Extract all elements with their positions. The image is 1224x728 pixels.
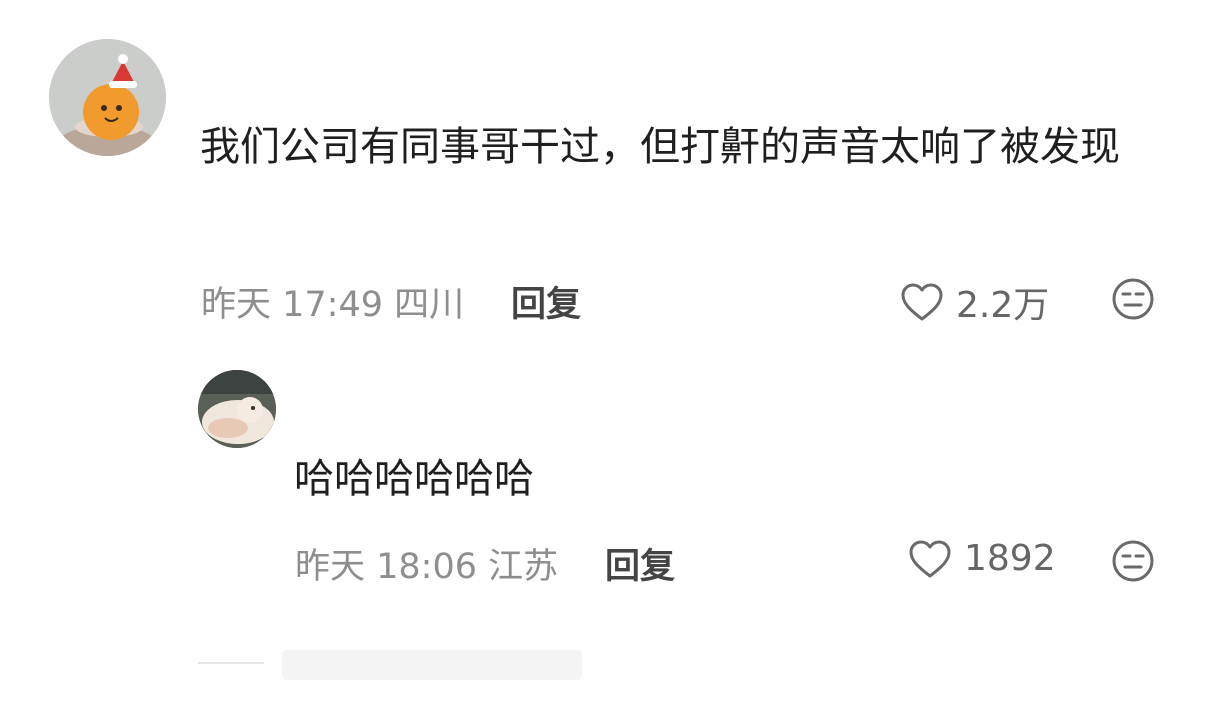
comment-meta: 昨天 17:49 四川 — [201, 285, 465, 325]
expand-replies-link[interactable] — [282, 642, 602, 695]
expand-replies-divider — [198, 662, 264, 664]
like-count: 2.2万 — [956, 285, 1050, 326]
reply-button[interactable]: 回复 — [511, 276, 581, 327]
dislike-icon[interactable] — [1111, 539, 1155, 583]
avatar-image — [49, 39, 166, 156]
comment-text: 我们公司有同事哥干过，但打鼾的声音太响了被发现 — [200, 124, 1120, 170]
like-button[interactable]: 1892 — [908, 538, 1056, 579]
heart-icon — [908, 539, 952, 579]
like-count: 1892 — [964, 538, 1056, 579]
dislike-icon[interactable] — [1111, 277, 1155, 321]
reply-button[interactable]: 回复 — [605, 538, 675, 589]
avatar-image — [198, 370, 276, 448]
reply-comment-text: 哈哈哈哈哈哈 — [294, 456, 534, 502]
like-button[interactable]: 2.2万 — [900, 276, 1049, 328]
avatar[interactable] — [198, 370, 276, 448]
heart-icon — [900, 282, 944, 322]
avatar[interactable] — [49, 39, 166, 156]
comment-meta: 昨天 18:06 江苏 — [295, 547, 559, 587]
